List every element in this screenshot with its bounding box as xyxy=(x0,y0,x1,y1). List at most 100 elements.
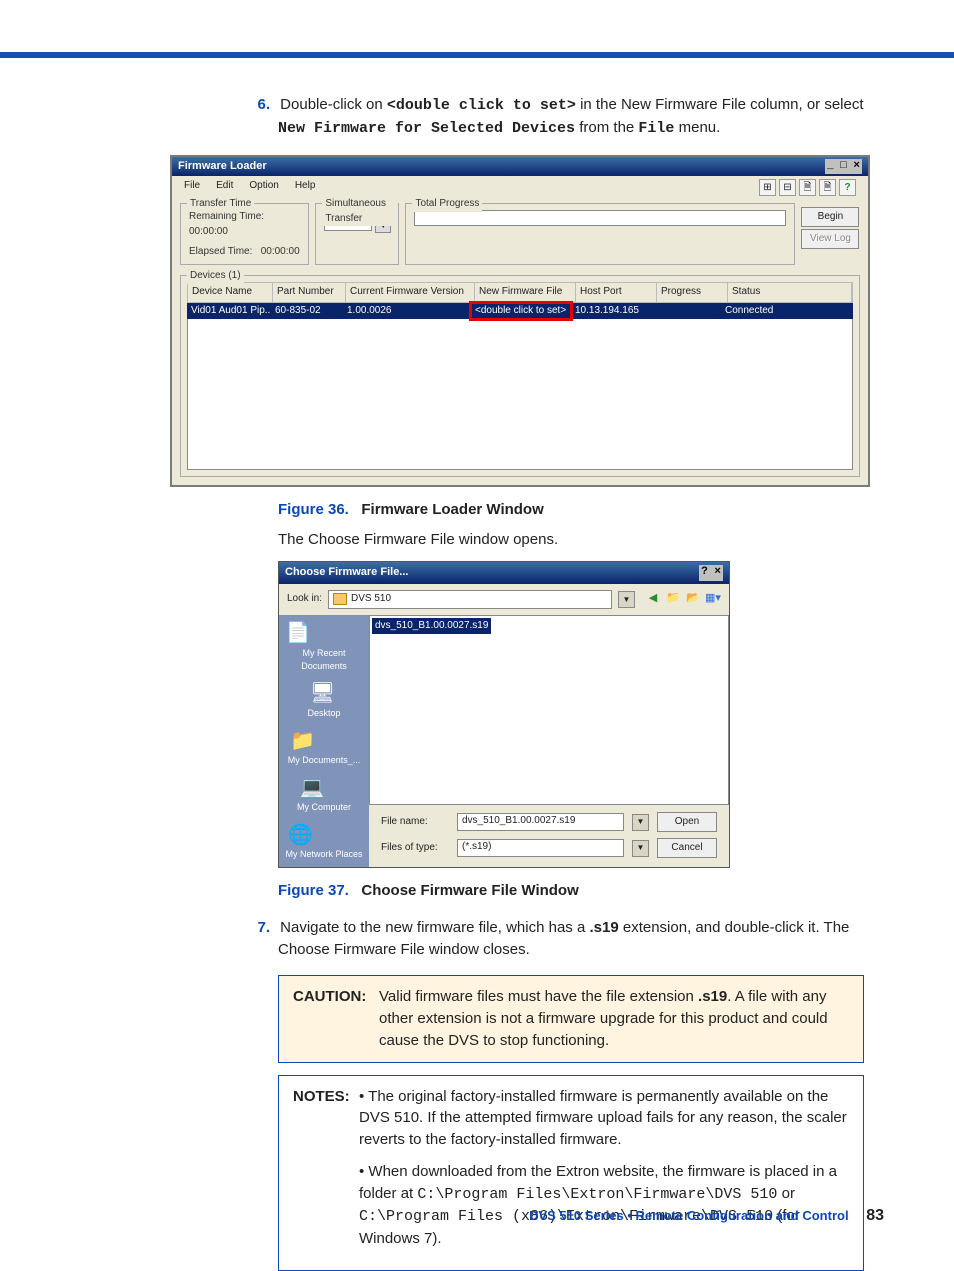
figure-37-label: Figure 37. xyxy=(278,882,349,899)
total-progress-legend: Total Progress xyxy=(412,197,482,212)
footer-page-number: 83 xyxy=(866,1207,884,1224)
menu-edit[interactable]: Edit xyxy=(216,179,233,196)
view-log-button[interactable]: View Log xyxy=(801,229,859,249)
place-network-label: My Network Places xyxy=(285,848,362,861)
device-row-selected[interactable]: Vid01 Aud01 Pip... 60-835-02 1.00.0026 <… xyxy=(187,303,853,320)
caution-box: CAUTION: Valid firmware files must have … xyxy=(278,975,864,1062)
cancel-button[interactable]: Cancel xyxy=(657,838,717,858)
transfer-time-legend: Transfer Time xyxy=(187,197,254,212)
mycomputer-icon: 💻 xyxy=(297,775,327,801)
win2-titlebar[interactable]: Choose Firmware File... ? × xyxy=(279,562,729,584)
col-progress[interactable]: Progress xyxy=(657,283,728,302)
caution-t1: Valid firmware files must have the file … xyxy=(379,988,698,1005)
step-7-text-1: Navigate to the new firmware file, which… xyxy=(280,919,589,936)
firmware-loader-window: Firmware Loader _ □ × File Edit Option H… xyxy=(170,155,870,488)
devices-group: Devices (1) Device Name Part Number Curr… xyxy=(180,275,860,477)
notes-path1: C:\Program Files\Extron\Firmware\DVS 510 xyxy=(417,1186,777,1203)
total-progress-group: Total Progress xyxy=(405,203,795,265)
col-host-port[interactable]: Host Port xyxy=(576,283,657,302)
col-status[interactable]: Status xyxy=(728,283,852,302)
up-icon[interactable]: 📁 xyxy=(665,591,681,607)
toolbar-icon-1[interactable]: ⊞ xyxy=(759,179,776,196)
step-6-number: 6. xyxy=(248,94,270,116)
step-7-number: 7. xyxy=(248,917,270,939)
col-current-fw[interactable]: Current Firmware Version xyxy=(346,283,475,302)
col-part-number[interactable]: Part Number xyxy=(273,283,346,302)
recent-icon: 📄 xyxy=(283,621,313,647)
filename-label: File name: xyxy=(381,815,449,830)
menu-file[interactable]: File xyxy=(184,179,200,196)
network-icon: 🌐 xyxy=(285,822,315,848)
filetype-input[interactable]: (*.s19) xyxy=(457,839,624,857)
filename-dropdown[interactable]: ▼ xyxy=(632,814,649,831)
toolbar-icon-4[interactable]: 🗎 xyxy=(819,179,836,196)
win1-title: Firmware Loader xyxy=(178,159,267,175)
lookin-combo[interactable]: DVS 510 xyxy=(328,590,612,609)
devices-legend: Devices (1) xyxy=(187,269,244,284)
file-list[interactable]: dvs_510_B1.00.0027.s19 xyxy=(369,615,729,805)
toolbar-icon-2[interactable]: ⊟ xyxy=(779,179,796,196)
lookin-label: Look in: xyxy=(287,592,322,607)
devices-header-row: Device Name Part Number Current Firmware… xyxy=(187,282,853,303)
place-network[interactable]: 🌐My Network Places xyxy=(285,822,362,861)
caution-label: CAUTION: xyxy=(293,986,371,1051)
step-6-text-3: from the xyxy=(575,119,638,136)
lookin-dropdown-button[interactable]: ▼ xyxy=(618,591,635,608)
notes-box: NOTES: The original factory-installed fi… xyxy=(278,1075,864,1271)
place-mydocs-label: My Documents_... xyxy=(288,754,361,767)
footer-title: DVS 510 Series • Remote Configuration an… xyxy=(529,1208,849,1223)
open-button[interactable]: Open xyxy=(657,812,717,832)
step-6-text-2: in the New Firmware File column, or sele… xyxy=(576,96,864,113)
notes-label: NOTES: xyxy=(293,1086,351,1260)
help-icon[interactable]: ? xyxy=(839,179,856,196)
menu-option[interactable]: Option xyxy=(249,179,278,196)
col-new-file[interactable]: New Firmware File xyxy=(475,283,576,302)
filename-input[interactable]: dvs_510_B1.00.0027.s19 xyxy=(457,813,624,831)
place-mycomputer-label: My Computer xyxy=(297,801,351,814)
menu-help[interactable]: Help xyxy=(295,179,316,196)
view-menu-icon[interactable]: ▦▾ xyxy=(705,591,721,607)
after-fig36-text: The Choose Firmware File window opens. xyxy=(278,529,864,551)
col-device-name[interactable]: Device Name xyxy=(188,283,273,302)
filetype-dropdown[interactable]: ▼ xyxy=(632,840,649,857)
caution-ext: .s19 xyxy=(698,988,727,1005)
mydocs-icon: 📁 xyxy=(288,728,318,754)
desktop-icon: 🖥 xyxy=(307,681,337,707)
cell-part-number: 60-835-02 xyxy=(271,303,343,320)
win1-menubar: File Edit Option Help ⊞ ⊟ 🗎 🗎 ? xyxy=(172,176,868,199)
notes-item-1: The original factory-installed firmware … xyxy=(359,1086,849,1151)
win2-controls[interactable]: ? × xyxy=(699,565,723,581)
begin-button[interactable]: Begin xyxy=(801,207,859,227)
place-desktop[interactable]: 🖥Desktop xyxy=(307,681,340,720)
figure-36-title: Firmware Loader Window xyxy=(361,501,543,518)
remaining-value: 00:00:00 xyxy=(189,226,228,237)
step-7: 7. Navigate to the new firmware file, wh… xyxy=(230,917,864,961)
figure-36-label: Figure 36. xyxy=(278,501,349,518)
page-footer: DVS 510 Series • Remote Configuration an… xyxy=(529,1207,884,1225)
place-mycomputer[interactable]: 💻My Computer xyxy=(297,775,351,814)
figure-37-title: Choose Firmware File Window xyxy=(361,882,578,899)
step-6: 6. Double-click on <double click to set>… xyxy=(230,94,864,140)
cell-device-name: Vid01 Aud01 Pip... xyxy=(187,303,271,320)
win2-title: Choose Firmware File... xyxy=(285,565,408,581)
notes-list: The original factory-installed firmware … xyxy=(359,1086,849,1260)
place-recent-label: My Recent Documents xyxy=(283,647,365,673)
elapsed-label: Elapsed Time: xyxy=(189,246,252,257)
notes-or: or xyxy=(777,1185,795,1202)
cell-current-fw: 1.00.0026 xyxy=(343,303,471,320)
place-mydocs[interactable]: 📁My Documents_... xyxy=(288,728,361,767)
win1-titlebar[interactable]: Firmware Loader _ □ × xyxy=(172,157,868,177)
filetype-label: Files of type: xyxy=(381,841,449,856)
lookin-value: DVS 510 xyxy=(351,592,391,607)
selected-file[interactable]: dvs_510_B1.00.0027.s19 xyxy=(372,618,491,635)
back-icon[interactable]: ◀ xyxy=(645,591,661,607)
new-folder-icon[interactable]: 📂 xyxy=(685,591,701,607)
cell-new-file[interactable]: <double click to set> xyxy=(471,303,571,320)
folder-icon xyxy=(333,593,347,605)
win1-controls[interactable]: _ □ × xyxy=(825,159,862,175)
toolbar-icon-3[interactable]: 🗎 xyxy=(799,179,816,196)
place-recent[interactable]: 📄My Recent Documents xyxy=(283,621,365,673)
devices-list-empty xyxy=(187,319,853,470)
step-7-ext: .s19 xyxy=(589,919,618,936)
total-progress-bar xyxy=(414,210,786,226)
